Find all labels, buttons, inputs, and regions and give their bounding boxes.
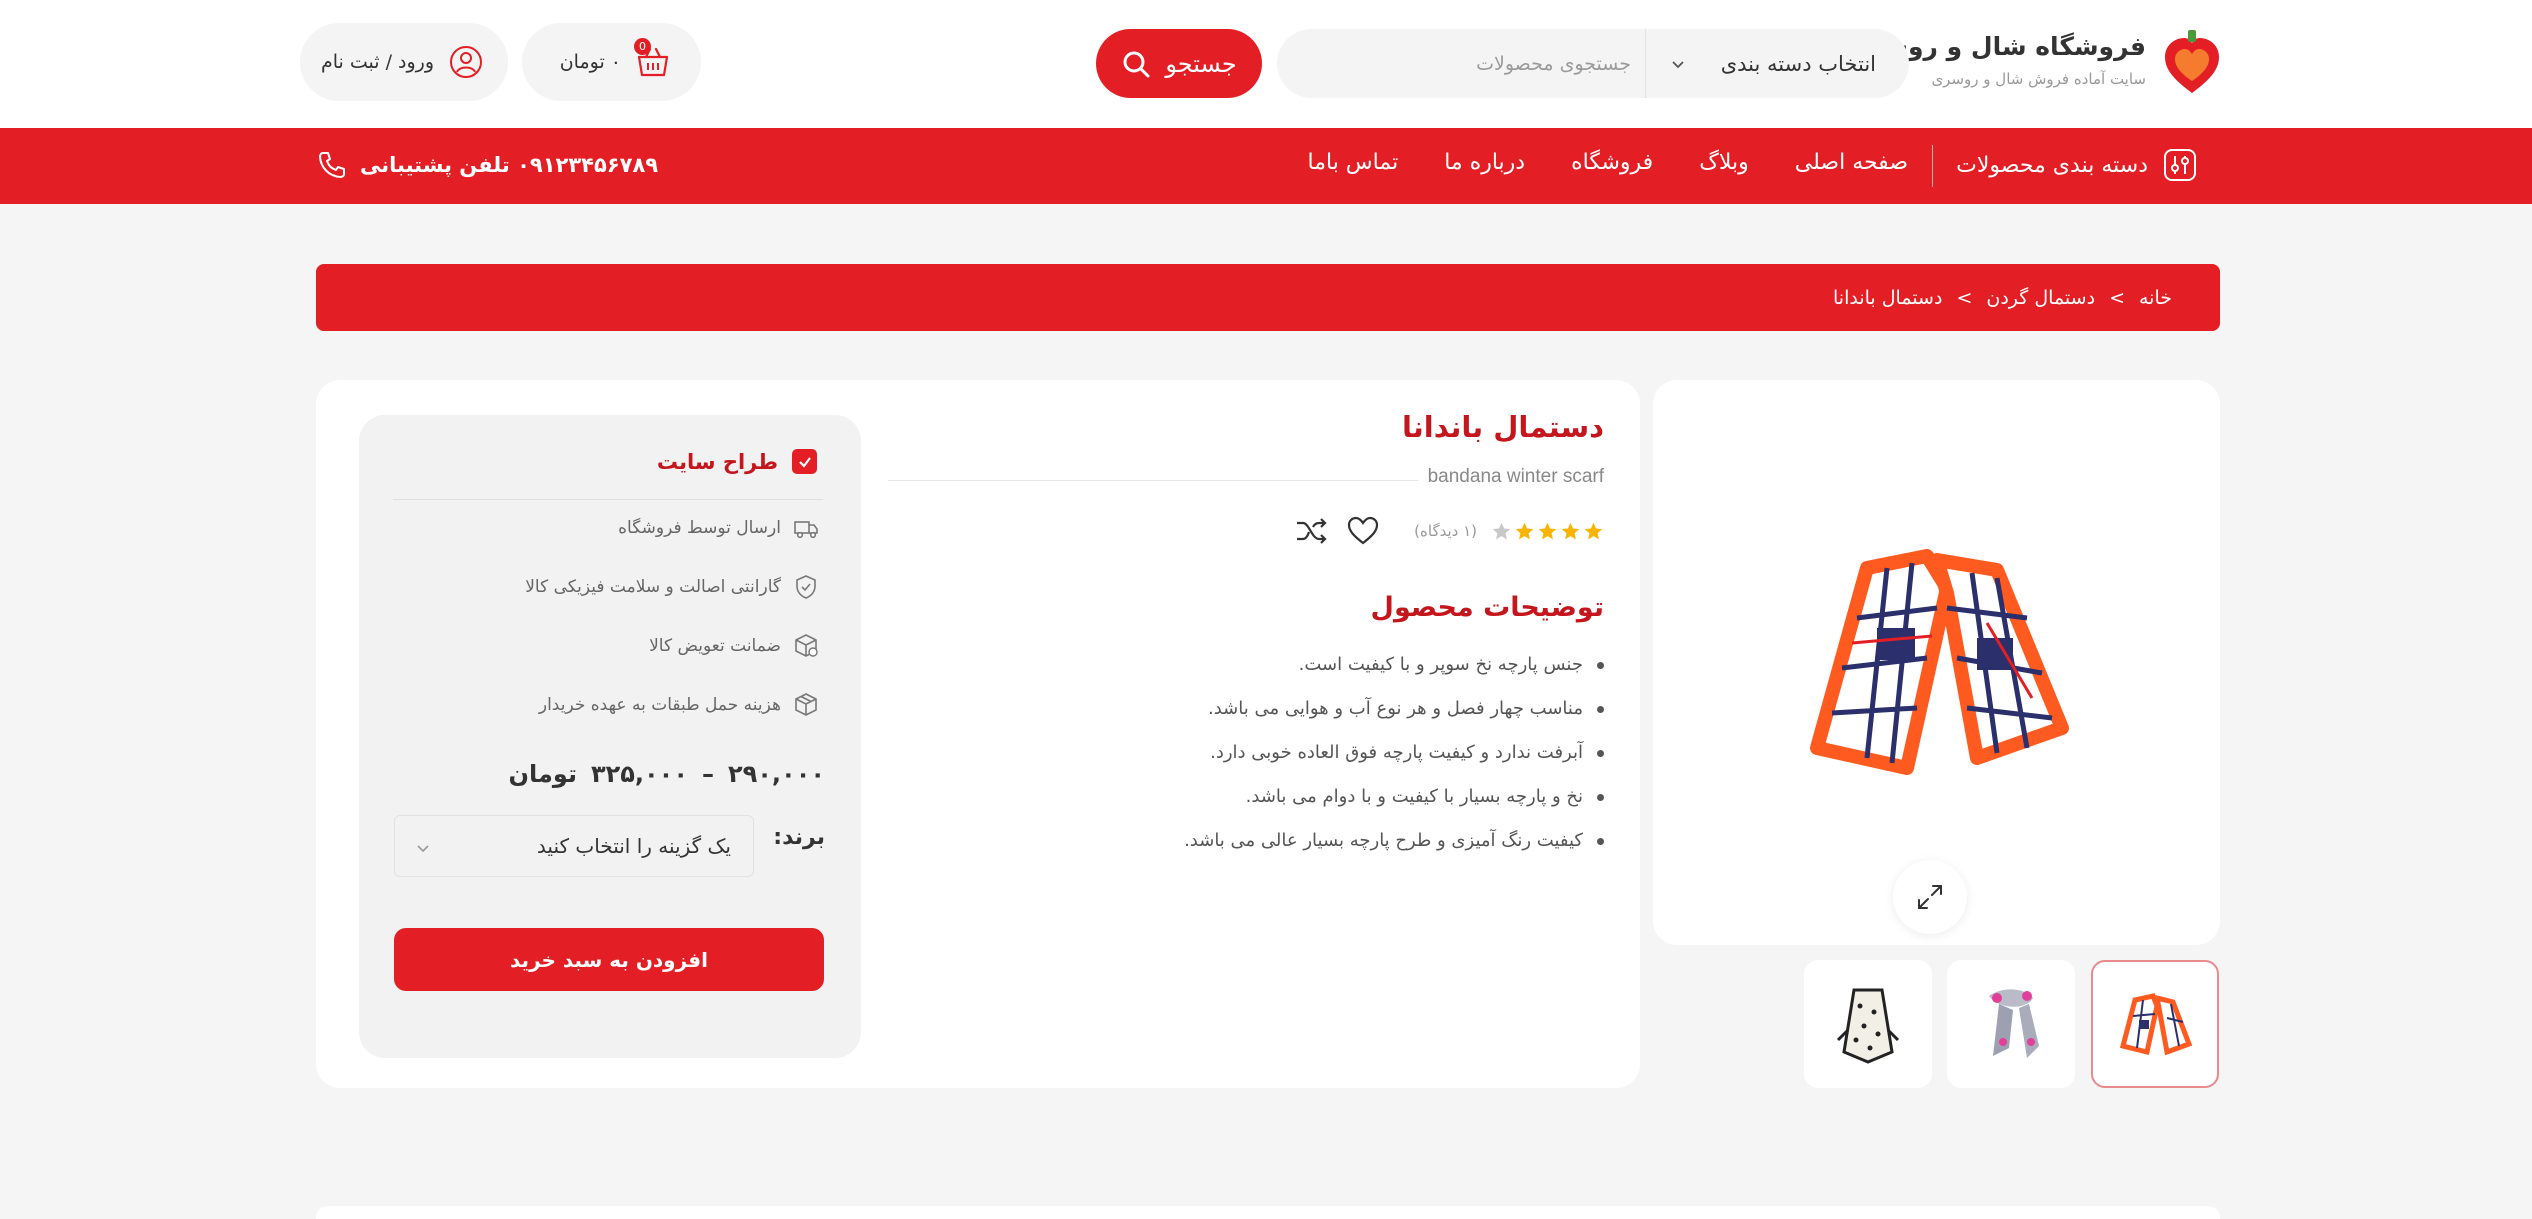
feature-label: گارانتی اصالت و سلامت فیزیکی کالا	[525, 577, 781, 597]
chevron-down-icon	[1672, 61, 1684, 69]
category-select[interactable]: انتخاب دسته بندی	[1645, 29, 1909, 98]
nav-categories[interactable]: دسته بندی محصولات	[1956, 147, 2198, 183]
feature-label: ضمانت تعویض کالا	[649, 636, 781, 656]
heart-gift-icon[interactable]	[2163, 29, 2221, 95]
add-to-cart-button[interactable]: افزودن به سبد خرید	[394, 928, 824, 991]
seller-divider	[393, 499, 823, 500]
feature-exchange: ضمانت تعویض کالا	[649, 633, 819, 659]
feature-label: ارسال توسط فروشگاه	[618, 518, 781, 538]
search-button[interactable]: جستجو	[1096, 29, 1262, 98]
feature-guarantee: گارانتی اصالت و سلامت فیزیکی کالا	[525, 574, 819, 600]
nav-link-shop[interactable]: فروشگاه	[1571, 150, 1653, 175]
nav-link-about[interactable]: درباره ما	[1444, 150, 1525, 175]
product-subtitle-row: bandana winter scarf	[888, 466, 1604, 492]
product-actions	[1294, 514, 1380, 548]
brand-select[interactable]: یک گزینه را انتخاب کنید	[394, 815, 754, 877]
star-filled-icon	[1515, 522, 1534, 539]
next-section-edge	[316, 1206, 2220, 1219]
box-return-icon	[795, 634, 818, 657]
cart-amount: ۰ تومان	[559, 51, 621, 73]
breadcrumb-home[interactable]: خانه	[2139, 287, 2172, 309]
product-image-panel	[1653, 380, 2220, 945]
package-icon	[795, 693, 817, 716]
gallery-thumbnail[interactable]	[1804, 960, 1932, 1088]
price-dash: –	[701, 760, 714, 788]
nav-categories-label: دسته بندی محصولات	[1956, 152, 2148, 178]
feature-delivery-cost: هزینه حمل طبقات به عهده خریدار	[539, 692, 819, 718]
breadcrumb: خانه > دستمال گردن > دستمال باندانا	[316, 264, 2220, 331]
user-icon	[450, 46, 482, 78]
rating-row: (۱ دیدگاه)	[1294, 514, 1604, 548]
thumbnail-bandana-orange	[2119, 993, 2193, 1056]
search-button-label: جستجو	[1165, 49, 1237, 78]
star-filled-icon	[1584, 522, 1603, 539]
nav-link-home[interactable]: صفحه اصلی	[1795, 150, 1908, 175]
search-icon	[1123, 51, 1150, 77]
brand-label: برند:	[773, 825, 825, 850]
product-panel: دستمال باندانا bandana winter scarf (۱ د…	[316, 380, 1640, 1088]
nav-link-blog[interactable]: وبلاگ	[1699, 150, 1749, 175]
support-phone[interactable]: ۰۹۱۲۳۴۵۶۷۸۹ تلفن پشتیبانی	[316, 149, 658, 181]
thumbnail-scarf-grey	[1989, 989, 2039, 1058]
truck-icon	[794, 521, 818, 539]
search-input[interactable]	[1277, 29, 1645, 98]
thumbnail-scarf-dotted	[1836, 988, 1900, 1064]
compare-shuffle-icon[interactable]	[1294, 514, 1328, 548]
description-item: جنس پارچه نخ سوپر و با کیفیت است.	[1184, 652, 1604, 696]
feature-label: هزینه حمل طبقات به عهده خریدار	[538, 695, 781, 715]
main-nav: دسته بندی محصولات صفحه اصلی وبلاگ فروشگا…	[0, 128, 2532, 204]
gallery-thumbnail[interactable]	[2091, 960, 2219, 1088]
site-subtitle: سایت آماده فروش شال و روسری	[1931, 70, 2146, 88]
description-item: مناسب چهار فصل و هر نوع آب و هوایی می با…	[1184, 696, 1604, 740]
top-header: فروشگاه شال و روسری سایت آماده فروش شال …	[0, 0, 2532, 128]
product-title: دستمال باندانا	[1402, 410, 1604, 444]
login-button[interactable]: ورود / ثبت نام	[300, 23, 508, 101]
feature-shipping: ارسال توسط فروشگاه	[618, 515, 819, 541]
brand-select-value: یک گزینه را انتخاب کنید	[536, 834, 731, 858]
price-range: ۲۹۰,۰۰۰ – ۳۲۵,۰۰۰ تومان	[509, 760, 825, 788]
cart-count-badge: 0	[634, 38, 651, 55]
price-currency: تومان	[508, 760, 577, 788]
support-phone-label: ۰۹۱۲۳۴۵۶۷۸۹ تلفن پشتیبانی	[360, 153, 659, 177]
search-bar: انتخاب دسته بندی	[1277, 29, 1909, 98]
breadcrumb-separator: >	[1956, 286, 1973, 309]
breadcrumb-separator: >	[2109, 286, 2125, 309]
shield-check-icon	[796, 575, 816, 599]
star-empty-icon	[1492, 522, 1511, 539]
review-count[interactable]: (۱ دیدگاه)	[1414, 522, 1477, 540]
purchase-box: طراح سایت ارسال توسط فروشگاه گارانتی اصا…	[359, 415, 861, 1058]
star-filled-icon	[1561, 522, 1580, 539]
chevron-down-icon	[417, 845, 429, 853]
breadcrumb-current: دستمال باندانا	[1833, 286, 1943, 309]
login-label: ورود / ثبت نام	[320, 51, 434, 73]
zoom-button[interactable]	[1893, 860, 1967, 934]
star-rating[interactable]	[1491, 521, 1604, 542]
description-item: نخ و پارچه بسیار با کیفیت و با دوام می ب…	[1184, 784, 1604, 828]
nav-divider	[1932, 145, 1933, 187]
gallery-thumbnail[interactable]	[1947, 960, 2075, 1088]
phone-icon	[319, 152, 345, 178]
nav-links: صفحه اصلی وبلاگ فروشگاه درباره ما تماس ب…	[1308, 150, 1909, 175]
product-subtitle-en: bandana winter scarf	[1427, 466, 1604, 487]
description-item: آبرفت ندارد و کیفیت پارچه فوق العاده خوب…	[1184, 740, 1604, 784]
price-low: ۲۹۰,۰۰۰	[727, 760, 825, 788]
category-select-label: انتخاب دسته بندی	[1720, 51, 1876, 76]
breadcrumb-category[interactable]: دستمال گردن	[1986, 287, 2095, 309]
expand-icon	[1918, 885, 1942, 909]
wishlist-heart-icon[interactable]	[1346, 514, 1380, 548]
product-image[interactable]	[1797, 548, 2077, 778]
description-title: توضیحات محصول	[1370, 592, 1604, 623]
description-item: کیفیت رنگ آمیزی و طرح پارچه بسیار عالی م…	[1184, 828, 1604, 872]
categories-icon	[2164, 149, 2196, 181]
subtitle-divider	[888, 480, 1418, 481]
price-high: ۳۲۵,۰۰۰	[590, 760, 688, 788]
star-filled-icon	[1538, 522, 1557, 539]
seller-name[interactable]: طراح سایت	[657, 450, 778, 474]
description-list: جنس پارچه نخ سوپر و با کیفیت است. مناسب …	[1184, 652, 1604, 872]
nav-link-contact[interactable]: تماس باما	[1308, 150, 1399, 175]
cart-icon-wrap: 0	[634, 38, 671, 80]
cart-button[interactable]: 0 ۰ تومان	[522, 23, 701, 101]
check-icon	[792, 449, 817, 474]
seller-row: طراح سایت	[657, 449, 817, 474]
